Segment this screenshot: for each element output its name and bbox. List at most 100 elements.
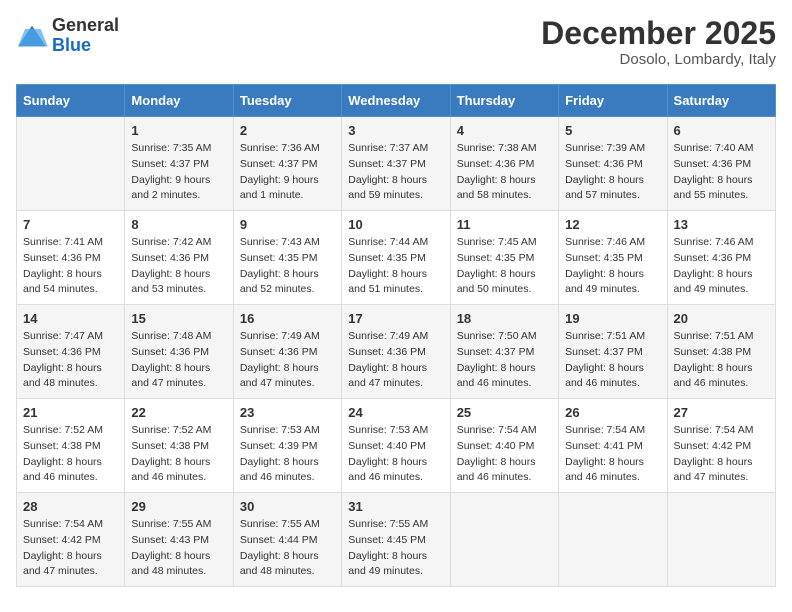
day-number: 30 <box>240 499 335 514</box>
calendar-cell: 1Sunrise: 7:35 AMSunset: 4:37 PMDaylight… <box>125 117 233 211</box>
day-number: 22 <box>131 405 226 420</box>
day-info: Sunrise: 7:51 AMSunset: 4:38 PMDaylight:… <box>674 329 769 392</box>
logo-icon <box>16 22 48 50</box>
calendar-cell: 22 Sunrise: 7:52 AMSunset: 4:38 PMDayligh… <box>125 399 233 493</box>
day-number: 9 <box>240 217 335 232</box>
calendar-cell: 2Sunrise: 7:36 AMSunset: 4:37 PMDaylight… <box>233 117 341 211</box>
week-row-2: 7 Sunrise: 7:41 AMSunset: 4:36 PMDaylight… <box>17 211 776 305</box>
day-number: 18 <box>457 311 552 326</box>
day-info: Sunrise: 7:50 AMSunset: 4:37 PMDaylight:… <box>457 329 552 392</box>
day-info: Sunrise: 7:42 AMSunset: 4:36 PMDaylight:… <box>131 235 226 298</box>
calendar-cell: 6 Sunrise: 7:40 AMSunset: 4:36 PMDaylight… <box>667 117 775 211</box>
calendar-cell <box>559 493 667 587</box>
logo: General Blue <box>16 16 119 56</box>
day-number: 13 <box>674 217 769 232</box>
week-row-5: 28 Sunrise: 7:54 AMSunset: 4:42 PMDayligh… <box>17 493 776 587</box>
day-info: Sunrise: 7:54 AMSunset: 4:41 PMDaylight:… <box>565 423 660 486</box>
calendar-cell: 10 Sunrise: 7:44 AMSunset: 4:35 PMDayligh… <box>342 211 450 305</box>
calendar-cell <box>667 493 775 587</box>
calendar-cell: 21 Sunrise: 7:52 AMSunset: 4:38 PMDayligh… <box>17 399 125 493</box>
day-number: 3 <box>348 123 443 138</box>
day-number: 17 <box>348 311 443 326</box>
day-number: 15 <box>131 311 226 326</box>
calendar-cell: 23Sunrise: 7:53 AMSunset: 4:39 PMDayligh… <box>233 399 341 493</box>
calendar-header: SundayMondayTuesdayWednesdayThursdayFrid… <box>17 85 776 117</box>
calendar-cell: 12 Sunrise: 7:46 AMSunset: 4:35 PMDayligh… <box>559 211 667 305</box>
day-number: 14 <box>23 311 118 326</box>
calendar-cell: 29 Sunrise: 7:55 AMSunset: 4:43 PMDayligh… <box>125 493 233 587</box>
calendar-cell: 26 Sunrise: 7:54 AMSunset: 4:41 PMDayligh… <box>559 399 667 493</box>
logo-blue-text: Blue <box>52 35 91 55</box>
location-text: Dosolo, Lombardy, Italy <box>541 51 776 68</box>
day-number: 20 <box>674 311 769 326</box>
day-info: Sunrise: 7:54 AMSunset: 4:40 PMDaylight:… <box>457 423 552 486</box>
day-number: 5 <box>565 123 660 138</box>
day-info: Sunrise: 7:40 AMSunset: 4:36 PMDaylight:… <box>674 141 769 204</box>
calendar-cell <box>450 493 558 587</box>
day-info: Sunrise: 7:46 AMSunset: 4:36 PMDaylight:… <box>674 235 769 298</box>
day-info: Sunrise: 7:54 AMSunset: 4:42 PMDaylight:… <box>23 517 118 580</box>
calendar-cell: 13 Sunrise: 7:46 AMSunset: 4:36 PMDayligh… <box>667 211 775 305</box>
day-number: 10 <box>348 217 443 232</box>
day-info: Sunrise: 7:55 AMSunset: 4:43 PMDaylight:… <box>131 517 226 580</box>
day-info: Sunrise: 7:38 AMSunset: 4:36 PMDaylight:… <box>457 141 552 204</box>
day-number: 8 <box>131 217 226 232</box>
calendar-cell: 4 Sunrise: 7:38 AMSunset: 4:36 PMDaylight… <box>450 117 558 211</box>
day-info: Sunrise: 7:53 AMSunset: 4:40 PMDaylight:… <box>348 423 443 486</box>
day-info: Sunrise: 7:52 AMSunset: 4:38 PMDaylight:… <box>23 423 118 486</box>
calendar-cell: 11 Sunrise: 7:45 AMSunset: 4:35 PMDayligh… <box>450 211 558 305</box>
day-info: Sunrise: 7:55 AMSunset: 4:44 PMDaylight:… <box>240 517 335 580</box>
day-info: Sunrise: 7:53 AMSunset: 4:39 PMDaylight:… <box>240 423 335 486</box>
day-info: Sunrise: 7:41 AMSunset: 4:36 PMDaylight:… <box>23 235 118 298</box>
day-number: 11 <box>457 217 552 232</box>
day-info: Sunrise: 7:47 AMSunset: 4:36 PMDaylight:… <box>23 329 118 392</box>
title-block: December 2025 Dosolo, Lombardy, Italy <box>541 16 776 68</box>
day-number: 21 <box>23 405 118 420</box>
header-cell-wednesday: Wednesday <box>342 85 450 117</box>
calendar-cell: 25 Sunrise: 7:54 AMSunset: 4:40 PMDayligh… <box>450 399 558 493</box>
day-info: Sunrise: 7:49 AMSunset: 4:36 PMDaylight:… <box>240 329 335 392</box>
day-info: Sunrise: 7:46 AMSunset: 4:35 PMDaylight:… <box>565 235 660 298</box>
calendar-cell: 20 Sunrise: 7:51 AMSunset: 4:38 PMDayligh… <box>667 305 775 399</box>
day-info: Sunrise: 7:35 AMSunset: 4:37 PMDaylight:… <box>131 141 226 204</box>
day-number: 27 <box>674 405 769 420</box>
day-info: Sunrise: 7:37 AMSunset: 4:37 PMDaylight:… <box>348 141 443 204</box>
day-info: Sunrise: 7:55 AMSunset: 4:45 PMDaylight:… <box>348 517 443 580</box>
day-info: Sunrise: 7:45 AMSunset: 4:35 PMDaylight:… <box>457 235 552 298</box>
day-info: Sunrise: 7:44 AMSunset: 4:35 PMDaylight:… <box>348 235 443 298</box>
day-info: Sunrise: 7:51 AMSunset: 4:37 PMDaylight:… <box>565 329 660 392</box>
calendar-cell: 14 Sunrise: 7:47 AMSunset: 4:36 PMDayligh… <box>17 305 125 399</box>
day-info: Sunrise: 7:49 AMSunset: 4:36 PMDaylight:… <box>348 329 443 392</box>
day-number: 7 <box>23 217 118 232</box>
day-number: 24 <box>348 405 443 420</box>
calendar-cell: 7 Sunrise: 7:41 AMSunset: 4:36 PMDaylight… <box>17 211 125 305</box>
calendar-cell: 17 Sunrise: 7:49 AMSunset: 4:36 PMDayligh… <box>342 305 450 399</box>
header-cell-sunday: Sunday <box>17 85 125 117</box>
calendar-cell: 15 Sunrise: 7:48 AMSunset: 4:36 PMDayligh… <box>125 305 233 399</box>
header-cell-friday: Friday <box>559 85 667 117</box>
day-number: 28 <box>23 499 118 514</box>
day-number: 19 <box>565 311 660 326</box>
calendar-cell: 5Sunrise: 7:39 AMSunset: 4:36 PMDaylight… <box>559 117 667 211</box>
header-cell-tuesday: Tuesday <box>233 85 341 117</box>
day-number: 12 <box>565 217 660 232</box>
calendar-cell: 8 Sunrise: 7:42 AMSunset: 4:36 PMDaylight… <box>125 211 233 305</box>
day-info: Sunrise: 7:52 AMSunset: 4:38 PMDaylight:… <box>131 423 226 486</box>
calendar-cell: 3 Sunrise: 7:37 AMSunset: 4:37 PMDaylight… <box>342 117 450 211</box>
week-row-1: 1Sunrise: 7:35 AMSunset: 4:37 PMDaylight… <box>17 117 776 211</box>
day-number: 4 <box>457 123 552 138</box>
header-cell-saturday: Saturday <box>667 85 775 117</box>
day-info: Sunrise: 7:43 AMSunset: 4:35 PMDaylight:… <box>240 235 335 298</box>
calendar-table: SundayMondayTuesdayWednesdayThursdayFrid… <box>16 84 776 587</box>
day-info: Sunrise: 7:48 AMSunset: 4:36 PMDaylight:… <box>131 329 226 392</box>
header-row: SundayMondayTuesdayWednesdayThursdayFrid… <box>17 85 776 117</box>
day-number: 6 <box>674 123 769 138</box>
day-number: 25 <box>457 405 552 420</box>
week-row-4: 21 Sunrise: 7:52 AMSunset: 4:38 PMDayligh… <box>17 399 776 493</box>
day-number: 2 <box>240 123 335 138</box>
day-number: 29 <box>131 499 226 514</box>
day-number: 26 <box>565 405 660 420</box>
day-number: 16 <box>240 311 335 326</box>
header-cell-monday: Monday <box>125 85 233 117</box>
calendar-cell: 31Sunrise: 7:55 AMSunset: 4:45 PMDayligh… <box>342 493 450 587</box>
